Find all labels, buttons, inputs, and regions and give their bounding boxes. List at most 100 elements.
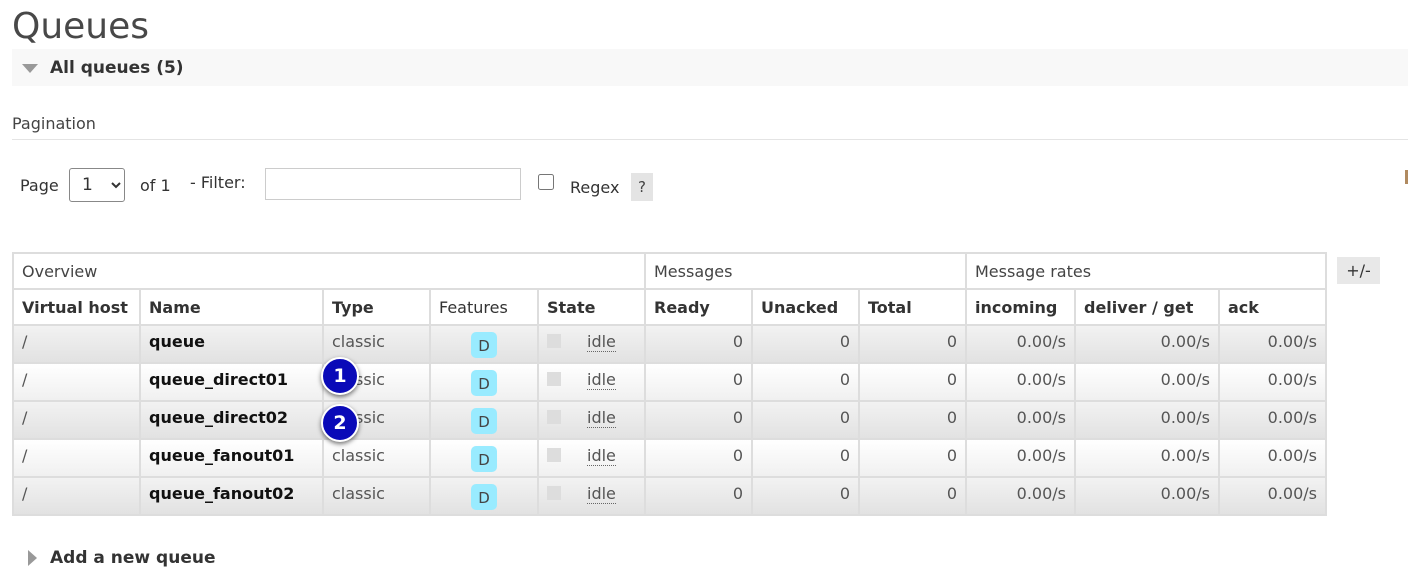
cell-ack: 0.00/s [1218,438,1327,478]
cell-features: D [429,438,539,478]
divider [12,139,1408,140]
expand-triangle-icon [28,550,37,566]
group-header-overview: Overview [12,252,646,290]
cell-unacked: 0 [751,438,860,478]
cell-vhost: / [12,324,141,364]
page-count-label: of 1 [140,176,171,195]
queue-name-link[interactable]: queue_fanout02 [139,476,324,516]
cell-deliver-get: 0.00/s [1074,362,1220,402]
durable-badge: D [471,446,497,472]
state-indicator-icon [547,334,561,348]
state-indicator-icon [547,486,561,500]
durable-badge: D [471,408,497,434]
queue-name-link[interactable]: queue_direct01 [139,362,324,402]
cell-incoming: 0.00/s [965,476,1076,516]
page-title: Queues [12,6,150,47]
page-label: Page [20,176,59,195]
cell-ready: 0 [644,438,753,478]
filter-input[interactable] [265,168,521,200]
annotation-marker-1: 1 [321,357,359,395]
cell-incoming: 0.00/s [965,400,1076,440]
cell-features: D [429,362,539,402]
col-state[interactable]: State [537,288,646,326]
regex-checkbox[interactable] [538,174,554,190]
cell-ack: 0.00/s [1218,400,1327,440]
queue-name-link[interactable]: queue [139,324,324,364]
table-row: / queue_fanout02 classic Didle 0 0 0 0.00/s 0.00… [12,476,1327,516]
state-label: idle [587,446,616,466]
cell-unacked: 0 [751,400,860,440]
cell-deliver-get: 0.00/s [1074,476,1220,516]
state-indicator-icon [547,410,561,424]
filter-label: - Filter: [190,173,246,192]
group-header-messages: Messages [644,252,967,290]
cell-vhost: / [12,400,141,440]
cell-total: 0 [858,324,967,364]
durable-badge: D [471,332,497,358]
state-indicator-icon [547,372,561,386]
cell-deliver-get: 0.00/s [1074,400,1220,440]
col-incoming[interactable]: incoming [965,288,1076,326]
col-name[interactable]: Name [139,288,324,326]
cell-vhost: / [12,476,141,516]
cell-unacked: 0 [751,476,860,516]
cell-incoming: 0.00/s [965,362,1076,402]
cell-unacked: 0 [751,324,860,364]
cell-incoming: 0.00/s [965,438,1076,478]
cell-type: classic [322,438,431,478]
col-ready[interactable]: Ready [644,288,753,326]
durable-badge: D [471,370,497,396]
cell-state: idle [537,400,646,440]
state-label: idle [587,332,616,352]
all-queues-section-toggle[interactable]: All queues (5) [12,49,1408,86]
cell-ack: 0.00/s [1218,362,1327,402]
queue-name-link[interactable]: queue_direct02 [139,400,324,440]
column-toggle-button[interactable]: +/- [1337,257,1380,284]
col-type[interactable]: Type [322,288,431,326]
col-features: Features [429,288,539,326]
regex-help-button[interactable]: ? [631,173,653,201]
annotation-marker-2: 2 [321,404,359,442]
cell-vhost: / [12,438,141,478]
cell-state: idle [537,324,646,364]
table-row: / queue_fanout01 classic Didle 0 0 0 0.00/s 0.00… [12,438,1327,478]
col-ack[interactable]: ack [1218,288,1327,326]
cell-ack: 0.00/s [1218,476,1327,516]
cell-ready: 0 [644,400,753,440]
cell-deliver-get: 0.00/s [1074,324,1220,364]
state-indicator-icon [547,448,561,462]
col-deliver-get[interactable]: deliver / get [1074,288,1220,326]
group-header-message-rates: Message rates [965,252,1327,290]
cell-type: classic [322,476,431,516]
state-label: idle [587,370,616,390]
cell-features: D [429,400,539,440]
state-label: idle [587,484,616,504]
col-unacked[interactable]: Unacked [751,288,860,326]
table-row: / queue classic Didle 0 0 0 0.00/s 0.00/s 0.00/s [12,324,1327,364]
cell-vhost: / [12,362,141,402]
cell-deliver-get: 0.00/s [1074,438,1220,478]
cell-ready: 0 [644,324,753,364]
cell-total: 0 [858,438,967,478]
col-virtual-host[interactable]: Virtual host [12,288,141,326]
regex-label: Regex [570,178,620,197]
queues-table: Overview Messages Message rates Virtual … [12,252,1327,516]
pagination-heading: Pagination [12,114,96,133]
durable-badge: D [471,484,497,510]
section-label: All queues (5) [50,58,184,78]
cell-ready: 0 [644,476,753,516]
cell-ready: 0 [644,362,753,402]
table-row: /queue_direct01classicDidle0000.00/s0.00… [12,362,1327,402]
page-select[interactable]: 1 [69,168,125,202]
cell-incoming: 0.00/s [965,324,1076,364]
cell-state: idle [537,438,646,478]
cell-ack: 0.00/s [1218,324,1327,364]
cell-features: D [429,324,539,364]
queue-name-link[interactable]: queue_fanout01 [139,438,324,478]
cell-features: D [429,476,539,516]
cell-total: 0 [858,476,967,516]
cell-unacked: 0 [751,362,860,402]
col-total[interactable]: Total [858,288,967,326]
table-row: / queue_direct02 classic Didle 0 0 0 0.00/s 0.00… [12,400,1327,440]
state-label: idle [587,408,616,428]
